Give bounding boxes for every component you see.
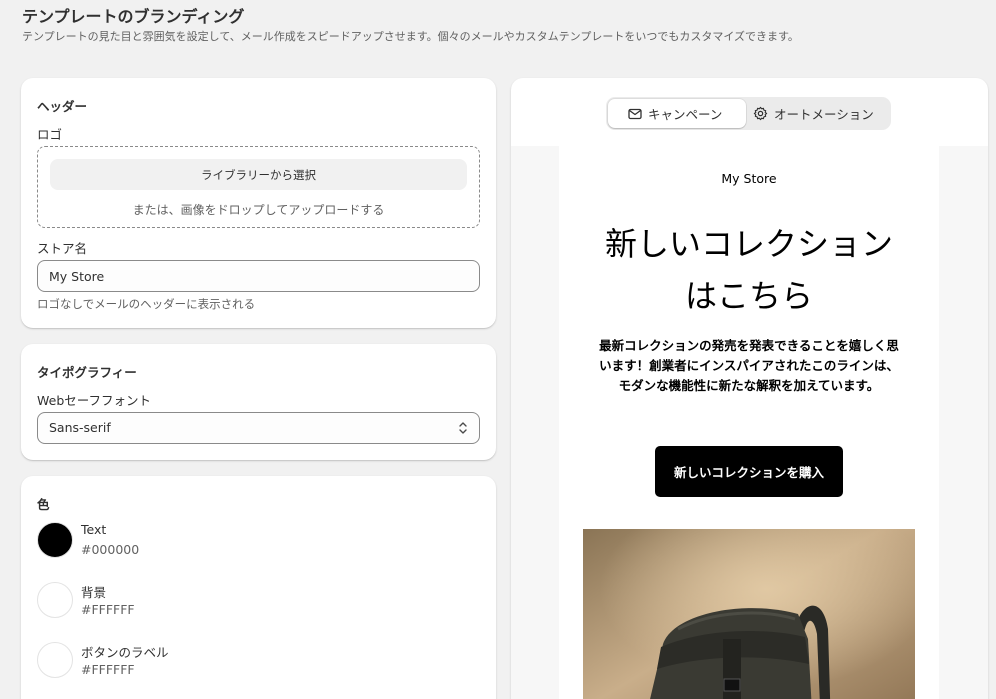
select-from-library-button[interactable]: ライブラリーから選択	[50, 159, 467, 190]
color-card: 色 Text #000000 背景 #FFFFFF ボタンのラベル #FFFFF…	[21, 476, 496, 699]
page-header: テンプレートのブランディング テンプレートの見た目と雰囲気を設定して、メール作成…	[22, 6, 982, 45]
tab-campaign-label: キャンペーン	[648, 107, 723, 122]
tab-automation-label: オートメーション	[774, 107, 874, 122]
logo-dropzone[interactable]: ライブラリーから選択 または、画像をドロップしてアップロードする	[37, 146, 480, 228]
font-select[interactable]: Sans-serif	[37, 412, 480, 444]
gear-icon	[753, 106, 768, 121]
font-select-value: Sans-serif	[49, 420, 111, 435]
color-hex[interactable]: #FFFFFF	[81, 662, 135, 677]
color-hex[interactable]: #000000	[81, 542, 139, 557]
font-label: Webセーフフォント	[37, 393, 152, 408]
chevron-up-down-icon	[459, 422, 467, 434]
email-store-name: My Store	[721, 171, 777, 186]
preview-mode-toggle: キャンペーン オートメーション	[606, 97, 891, 130]
color-swatch-text[interactable]	[37, 522, 73, 558]
page-description: テンプレートの見た目と雰囲気を設定して、メール作成をスピードアップさせます。個々…	[22, 30, 799, 43]
email-preview: My Store 新しいコレクションはこちら 最新コレクションの発売を発表できる…	[559, 146, 939, 699]
tab-automation[interactable]: オートメーション	[751, 99, 889, 128]
backpack-image	[583, 529, 915, 699]
color-title: 色	[37, 497, 50, 512]
email-hero-image	[583, 529, 915, 699]
color-swatch-background[interactable]	[37, 582, 73, 618]
store-name-label: ストア名	[37, 241, 88, 256]
email-body: 最新コレクションの発売を発表できることを嬉しく思います！創業者にインスパイアされ…	[599, 338, 899, 393]
drop-hint: または、画像をドロップしてアップロードする	[132, 203, 385, 217]
header-settings-card: ヘッダー ロゴ ライブラリーから選択 または、画像をドロップしてアップロードする…	[21, 78, 496, 328]
tab-campaign[interactable]: キャンペーン	[608, 99, 746, 128]
logo-label: ロゴ	[37, 127, 63, 142]
typography-title: タイポグラフィー	[37, 365, 137, 380]
color-hex[interactable]: #FFFFFF	[81, 602, 135, 617]
email-preview-card: キャンペーン オートメーション My Store 新しいコレクションはこちら 最…	[511, 78, 988, 699]
store-name-input[interactable]	[37, 260, 480, 292]
color-name: 背景	[81, 585, 107, 600]
store-name-help: ロゴなしでメールのヘッダーに表示される	[37, 297, 256, 311]
color-name: Text	[81, 522, 107, 537]
color-swatch-button-label[interactable]	[37, 642, 73, 678]
mail-icon	[628, 108, 642, 119]
email-headline: 新しいコレクションはこちら	[604, 225, 893, 315]
page-title: テンプレートのブランディング	[22, 7, 245, 26]
header-section-title: ヘッダー	[37, 99, 88, 114]
color-name: ボタンのラベル	[81, 645, 169, 660]
email-cta-button[interactable]: 新しいコレクションを購入	[655, 446, 843, 497]
typography-card: タイポグラフィー Webセーフフォント Sans-serif	[21, 344, 496, 460]
